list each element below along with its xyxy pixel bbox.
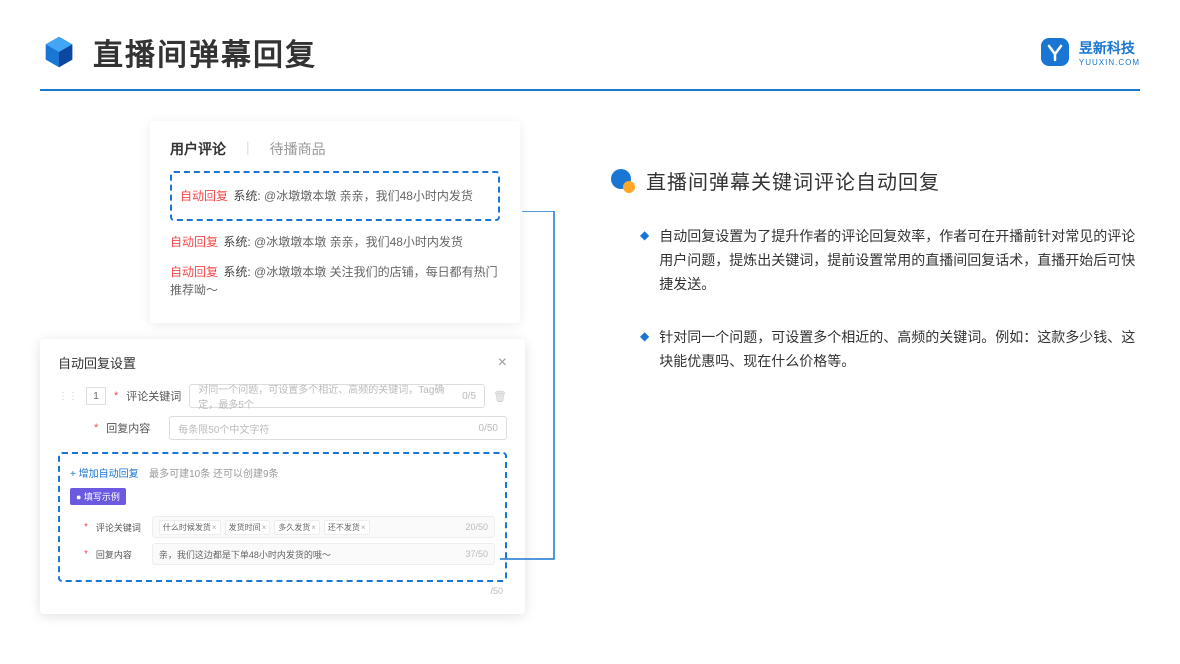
brand-url: YUUXIN.COM [1079,58,1140,67]
bullet-item: ◆ 针对同一个问题，可设置多个相近的、高频的关键词。例如：这款多少钱、这块能优惠… [610,326,1140,374]
auto-reply-tag: 自动回复 [170,235,218,249]
sample-reply-row: * 回复内容 亲，我们这边都是下单48小时内发货的哦～ 37/50 [84,543,495,565]
brand-text: 昱新科技 YUUXIN.COM [1079,38,1140,67]
chip: 发货时间× [225,520,271,535]
comment-row: 自动回复 系统: @冰墩墩本墩 亲亲，我们48小时内发货 [180,181,490,211]
auto-reply-tag: 自动回复 [170,265,218,279]
required-star: * [84,522,88,533]
section-title: 直播间弹幕关键词评论自动回复 [646,166,940,195]
bullet-marker-icon: ◆ [640,326,649,374]
bullet-text: 自动回复设置为了提升作者的评论回复效率，作者可在开播前针对常见的评论用户问题，提… [659,225,1140,296]
system-label: 系统: [233,189,260,203]
highlighted-comment: 自动回复 系统: @冰墩墩本墩 亲亲，我们48小时内发货 [170,171,500,221]
reply-input[interactable]: 每条限50个中文字符 0/50 [169,416,507,440]
bullet-text: 针对同一个问题，可设置多个相近的、高频的关键词。例如：这款多少钱、这块能优惠吗、… [659,326,1140,374]
right-column: 直播间弹幕关键词评论自动回复 ◆ 自动回复设置为了提升作者的评论回复效率，作者可… [610,121,1140,404]
sample-keyword-label: 评论关键词 [96,521,144,534]
bullet-marker-icon: ◆ [640,225,649,296]
sample-reply-text: 亲，我们这边都是下单48小时内发货的哦～ [159,548,331,561]
add-hint: 最多可建10条 还可以创建9条 [149,469,278,480]
example-section: + 增加自动回复 最多可建10条 还可以创建9条 ● 填写示例 * 评论关键词 … [58,452,507,582]
brand-block: 昱新科技 YUUXIN.COM [1039,36,1140,68]
brand-logo-icon [1039,36,1071,68]
index-box: 1 [86,387,106,405]
required-star: * [94,422,98,434]
form-row-reply: * 回复内容 每条限50个中文字符 0/50 [58,416,507,440]
header-left: 直播间弹幕回复 [40,30,317,74]
chat-bubble-icon [610,168,636,194]
char-count: 0/5 [462,391,476,402]
comment-text: @冰墩墩本墩 亲亲，我们48小时内发货 [254,235,463,249]
system-label: 系统: [223,265,250,279]
system-label: 系统: [223,235,250,249]
comments-card: 用户评论 | 待播商品 自动回复 系统: @冰墩墩本墩 亲亲，我们48小时内发货… [150,121,520,323]
sample-reply-label: 回复内容 [96,548,144,561]
cube-icon [40,33,78,71]
chip: 还不发货× [324,520,370,535]
sample-count: 37/50 [465,549,488,559]
comment-text: @冰墩墩本墩 亲亲，我们48小时内发货 [264,189,473,203]
keyword-input[interactable]: 对同一个问题，可设置多个相近、高频的关键词，Tag确定，最多5个 0/5 [189,384,485,408]
settings-title: 自动回复设置 [58,353,136,372]
auto-reply-tag: 自动回复 [180,189,228,203]
left-column: 用户评论 | 待播商品 自动回复 系统: @冰墩墩本墩 亲亲，我们48小时内发货… [40,121,550,404]
tabs: 用户评论 | 待播商品 [170,139,500,159]
chip: 多久发货× [274,520,320,535]
required-star: * [84,549,88,560]
add-auto-reply-link[interactable]: + 增加自动回复 [70,469,139,480]
form-row-keyword: ⋮⋮ 1 * 评论关键词 对同一个问题，可设置多个相近、高频的关键词，Tag确定… [58,384,507,408]
drag-handle-icon[interactable]: ⋮⋮ [58,391,78,402]
reply-label: 回复内容 [106,420,161,436]
settings-card: 自动回复设置 × ⋮⋮ 1 * 评论关键词 对同一个问题，可设置多个相近、高频的… [40,339,525,614]
sample-reply-box: 亲，我们这边都是下单48小时内发货的哦～ 37/50 [152,543,495,565]
main-content: 用户评论 | 待播商品 自动回复 系统: @冰墩墩本墩 亲亲，我们48小时内发货… [0,121,1180,404]
bottom-count: /50 [58,586,507,596]
tab-separator: | [246,139,250,159]
comment-row: 自动回复 系统: @冰墩墩本墩 亲亲，我们48小时内发货 [170,227,500,257]
char-count: 0/50 [479,423,498,434]
chip: 什么时候发货× [159,520,221,535]
page-title: 直播间弹幕回复 [93,30,317,74]
page-header: 直播间弹幕回复 昱新科技 YUUXIN.COM [0,0,1180,89]
brand-name: 昱新科技 [1079,38,1140,58]
keyword-label: 评论关键词 [126,388,181,404]
tab-comments[interactable]: 用户评论 [170,139,226,159]
comment-row: 自动回复 系统: @冰墩墩本墩 关注我们的店铺，每日都有热门推荐呦～ [170,257,500,305]
sample-count: 20/50 [465,522,488,532]
bullet-item: ◆ 自动回复设置为了提升作者的评论回复效率，作者可在开播前针对常见的评论用户问题… [610,225,1140,296]
placeholder-text: 对同一个问题，可设置多个相近、高频的关键词，Tag确定，最多5个 [198,381,462,411]
required-star: * [114,390,118,402]
close-icon[interactable]: × [498,354,507,372]
sample-keyword-row: * 评论关键词 什么时候发货× 发货时间× 多久发货× 还不发货× 20/50 [84,516,495,538]
trash-icon[interactable]: 🗑 [493,390,507,403]
settings-header: 自动回复设置 × [58,353,507,372]
section-header: 直播间弹幕关键词评论自动回复 [610,166,1140,195]
add-row: + 增加自动回复 最多可建10条 还可以创建9条 [70,464,495,482]
comment-text: @冰墩墩本墩 关注我们的店铺，每日都有热门推荐呦～ [170,265,498,297]
sample-keyword-box: 什么时候发货× 发货时间× 多久发货× 还不发货× 20/50 [152,516,495,538]
tab-products[interactable]: 待播商品 [270,139,326,159]
header-divider [40,89,1140,91]
placeholder-text: 每条限50个中文字符 [178,421,269,436]
example-badge: ● 填写示例 [70,488,126,505]
